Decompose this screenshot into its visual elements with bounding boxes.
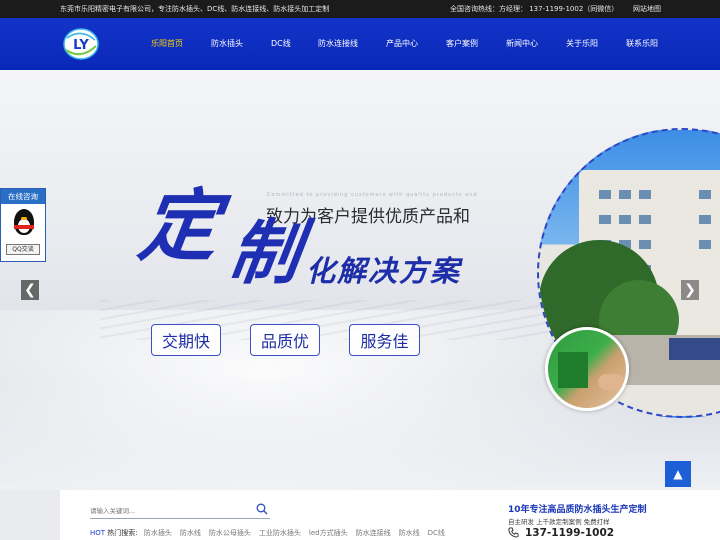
nav-item-7[interactable]: 关于乐阳 [566,38,598,49]
main-nav: LY 乐阳首页 防水插头 DC线 防水连接线 产品中心 客户案例 新闻中心 关于乐阳 联系乐阳 [0,18,720,70]
nav-item-0[interactable]: 乐阳首页 [151,38,183,49]
hot-keyword-link[interactable]: 防水插头 [144,529,172,537]
nav-item-4[interactable]: 产品中心 [386,38,418,49]
hero-slogan: 化解决方案 [306,254,462,288]
search-panel: HOT 热门搜索: 防水插头防水线防水公母插头工业防水插头led方式插头防水连接… [60,490,720,540]
hot-keyword-link[interactable]: 防水线 [180,529,201,537]
hot-suffix: 热门搜索: [107,529,138,537]
hot-keyword-link[interactable]: 工业防水插头 [259,529,301,537]
promo-subtitle: 自主研发 上千款定制案例 免费打样 [508,518,610,526]
next-slide-button[interactable]: ❯ [681,280,699,300]
qq-penguin-icon [11,209,37,237]
online-consult-widget: 在线咨询 QQ交谈 [0,188,46,262]
machine [558,352,588,388]
consult-title: 在线咨询 [1,189,45,204]
hotline-text: 全国咨询热线：方经理： 137-1199-1002（同微信） [450,5,619,13]
hot-keyword-link[interactable]: 防水连接线 [356,529,391,537]
workshop-photo [545,327,629,411]
qq-chat-button[interactable]: QQ交谈 [6,244,40,255]
company-intro: 东莞市乐阳精密电子有限公司，专注防水插头、DC线、防水连接线、防水接头加工定制 [60,5,330,13]
nav-item-8[interactable]: 联系乐阳 [626,38,658,49]
hero-tagline-en: Committed to providing customers with qu… [267,192,478,198]
hot-keyword-link[interactable]: 防水线 [399,529,420,537]
hero-big-char-zhi: 制 [224,211,306,294]
nav-item-1[interactable]: 防水插头 [211,38,243,49]
search-input[interactable] [90,503,270,519]
factory-sign [669,338,720,360]
sitemap-link[interactable]: 网站地图 [633,4,661,14]
prev-slide-button[interactable]: ❮ [21,280,39,300]
hot-keyword-link[interactable]: led方式插头 [309,529,348,537]
hot-label: HOT [90,529,106,537]
promo-phone: 137-1199-1002 [525,527,615,539]
nav-item-5[interactable]: 客户案例 [446,38,478,49]
nav-item-3[interactable]: 防水连接线 [318,38,358,49]
feature-badge-delivery: 交期快 [151,324,221,356]
hot-keyword-link[interactable]: 防水公母插头 [209,529,251,537]
search-icon[interactable] [256,503,268,515]
hot-keyword-link[interactable]: DC线 [428,529,445,537]
nav-item-2[interactable]: DC线 [271,38,291,49]
worker-hands [598,374,624,390]
nav-item-6[interactable]: 新闻中心 [506,38,538,49]
feature-badge-service: 服务佳 [349,324,420,356]
hero-big-char-ding: 定 [133,181,225,272]
arrow-up-icon: ▲ [673,467,683,481]
phone-icon [508,527,519,538]
hot-search-row: HOT 热门搜索: 防水插头 防水线 防水公母插头 工业防水插头 led方式插头 防水连接… [90,528,453,538]
chevron-left-icon: ❮ [24,282,36,298]
hero-banner: Committed to providing customers with qu… [0,70,720,490]
top-bar: 东莞市乐阳精密电子有限公司，专注防水插头、DC线、防水连接线、防水接头加工定制 … [0,0,720,18]
feature-badge-quality: 品质优 [250,324,320,356]
promo-title: 10年专注高品质防水插头生产定制 [508,505,647,515]
chevron-right-icon: ❯ [684,282,696,298]
back-to-top-button[interactable]: ▲ [665,461,691,487]
